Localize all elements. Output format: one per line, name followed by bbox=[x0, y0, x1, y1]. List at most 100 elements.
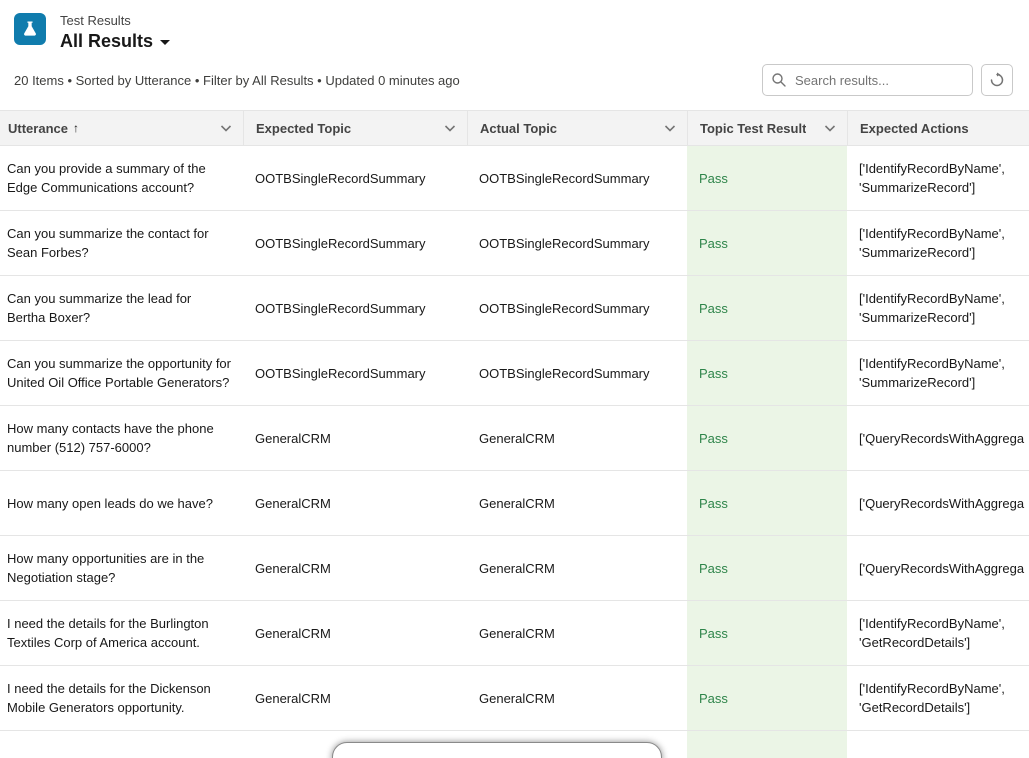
toolbar-actions bbox=[762, 64, 1013, 96]
result-value: Pass bbox=[699, 559, 728, 578]
column-menu-chevron-icon[interactable] bbox=[217, 119, 235, 137]
column-menu-chevron-icon[interactable] bbox=[661, 119, 679, 137]
cell-utterance: I need the details for the lead Phyllis bbox=[0, 731, 243, 758]
refresh-button[interactable] bbox=[981, 64, 1013, 96]
table-row: Can you provide a summary of the Edge Co… bbox=[0, 146, 1029, 211]
column-label: Utterance bbox=[8, 121, 68, 136]
cell-actual-topic: GeneralCRM bbox=[467, 406, 687, 470]
sort-ascending-icon: ↑ bbox=[73, 121, 79, 135]
cell-expected-topic: OOTBSingleRecordSummary bbox=[243, 211, 467, 275]
cell-expected-topic: OOTBSingleRecordSummary bbox=[243, 146, 467, 210]
cell-topic-test-result: Pass bbox=[687, 471, 847, 535]
result-value: Pass bbox=[699, 429, 728, 448]
result-value: Pass bbox=[699, 494, 728, 513]
cell-topic-test-result: Pass bbox=[687, 146, 847, 210]
docked-utility-bar[interactable] bbox=[332, 742, 662, 758]
table-row: How many contacts have the phone number … bbox=[0, 406, 1029, 471]
column-header-expected-topic[interactable]: Expected Topic bbox=[243, 111, 467, 145]
cell-actual-topic: GeneralCRM bbox=[467, 471, 687, 535]
cell-utterance: Can you summarize the lead for Bertha Bo… bbox=[0, 276, 243, 340]
result-value: Pass bbox=[699, 364, 728, 383]
column-label: Actual Topic bbox=[480, 121, 557, 136]
column-header-topic-test-result[interactable]: Topic Test Result bbox=[687, 111, 847, 145]
result-value: Pass bbox=[699, 624, 728, 643]
column-menu-chevron-icon[interactable] bbox=[441, 119, 459, 137]
cell-expected-actions: ['IdentifyRecordByName', 'SummarizeRecor… bbox=[847, 211, 1029, 275]
cell-expected-topic: OOTBSingleRecordSummary bbox=[243, 341, 467, 405]
search-box bbox=[762, 64, 973, 96]
cell-expected-topic: GeneralCRM bbox=[243, 536, 467, 600]
table-row: I need the details for the Dickenson Mob… bbox=[0, 666, 1029, 731]
table-row: I need the details for the Burlington Te… bbox=[0, 601, 1029, 666]
cell-topic-test-result: Pass bbox=[687, 211, 847, 275]
cell-expected-topic: GeneralCRM bbox=[243, 601, 467, 665]
cell-expected-topic: GeneralCRM bbox=[243, 471, 467, 535]
cell-actual-topic: GeneralCRM bbox=[467, 536, 687, 600]
page-header: Test Results All Results bbox=[0, 0, 1029, 58]
cell-topic-test-result: Pass bbox=[687, 601, 847, 665]
list-view-selector[interactable]: All Results bbox=[60, 31, 170, 51]
refresh-icon bbox=[989, 72, 1005, 88]
cell-topic-test-result bbox=[687, 731, 847, 758]
page-title: All Results bbox=[60, 31, 153, 51]
cell-topic-test-result: Pass bbox=[687, 406, 847, 470]
cell-actual-topic: OOTBSingleRecordSummary bbox=[467, 211, 687, 275]
search-input[interactable] bbox=[762, 64, 973, 96]
cell-expected-actions: ['QueryRecordsWithAggrega bbox=[847, 406, 1029, 470]
table-row: How many open leads do we have? GeneralC… bbox=[0, 471, 1029, 536]
cell-expected-actions: ['IdentifyRecordByName', 'GetRecordDetai… bbox=[847, 601, 1029, 665]
result-value: Pass bbox=[699, 234, 728, 253]
column-label: Expected Topic bbox=[256, 121, 351, 136]
cell-expected-actions: ['IdentifyRecordByName', 'SummarizeRecor… bbox=[847, 341, 1029, 405]
cell-expected-topic: OOTBSingleRecordSummary bbox=[243, 276, 467, 340]
flask-icon bbox=[14, 13, 46, 45]
cell-actual-topic: OOTBSingleRecordSummary bbox=[467, 341, 687, 405]
result-value: Pass bbox=[699, 689, 728, 708]
result-value: Pass bbox=[699, 169, 728, 188]
results-table: Utterance ↑ Expected Topic Actual Topic bbox=[0, 110, 1029, 758]
cell-topic-test-result: Pass bbox=[687, 276, 847, 340]
result-value: Pass bbox=[699, 299, 728, 318]
cell-utterance: I need the details for the Dickenson Mob… bbox=[0, 666, 243, 730]
cell-topic-test-result: Pass bbox=[687, 666, 847, 730]
cell-expected-actions: ['IdentifyRecordByName', 'GetRecordDetai… bbox=[847, 666, 1029, 730]
column-label: Expected Actions bbox=[860, 121, 969, 136]
cell-utterance: Can you provide a summary of the Edge Co… bbox=[0, 146, 243, 210]
column-header-utterance[interactable]: Utterance ↑ bbox=[0, 111, 243, 145]
cell-actual-topic: GeneralCRM bbox=[467, 601, 687, 665]
table-row: How many opportunities are in the Negoti… bbox=[0, 536, 1029, 601]
column-header-expected-actions[interactable]: Expected Actions bbox=[847, 111, 1029, 145]
cell-expected-actions: ['QueryRecordsWithAggrega bbox=[847, 471, 1029, 535]
cell-actual-topic: GeneralCRM bbox=[467, 666, 687, 730]
column-header-actual-topic[interactable]: Actual Topic bbox=[467, 111, 687, 145]
cell-utterance: How many opportunities are in the Negoti… bbox=[0, 536, 243, 600]
cell-utterance: How many contacts have the phone number … bbox=[0, 406, 243, 470]
column-label: Topic Test Result bbox=[700, 121, 806, 136]
cell-utterance: Can you summarize the contact for Sean F… bbox=[0, 211, 243, 275]
table-row: Can you summarize the opportunity for Un… bbox=[0, 341, 1029, 406]
cell-expected-actions: ['QueryRecordsWithAggrega bbox=[847, 536, 1029, 600]
cell-utterance: How many open leads do we have? bbox=[0, 471, 243, 535]
cell-expected-topic: GeneralCRM bbox=[243, 666, 467, 730]
cell-actual-topic: OOTBSingleRecordSummary bbox=[467, 276, 687, 340]
column-menu-chevron-icon[interactable] bbox=[821, 119, 839, 137]
table-header-row: Utterance ↑ Expected Topic Actual Topic bbox=[0, 110, 1029, 146]
list-toolbar: 20 Items • Sorted by Utterance • Filter … bbox=[0, 58, 1029, 110]
cell-actual-topic: OOTBSingleRecordSummary bbox=[467, 146, 687, 210]
cell-utterance: Can you summarize the opportunity for Un… bbox=[0, 341, 243, 405]
table-row: Can you summarize the contact for Sean F… bbox=[0, 211, 1029, 276]
cell-expected-actions: ['IdentifyRecordByName', 'SummarizeRecor… bbox=[847, 146, 1029, 210]
table-body: Can you provide a summary of the Edge Co… bbox=[0, 146, 1029, 758]
cell-expected-actions: ['IdentifyRecordByName', 'SummarizeRecor… bbox=[847, 276, 1029, 340]
cell-expected-actions: ['IdentifyRecordByName', bbox=[847, 731, 1029, 758]
cell-utterance: I need the details for the Burlington Te… bbox=[0, 601, 243, 665]
cell-topic-test-result: Pass bbox=[687, 341, 847, 405]
title-block: Test Results All Results bbox=[60, 13, 170, 51]
table-row: Can you summarize the lead for Bertha Bo… bbox=[0, 276, 1029, 341]
chevron-down-icon bbox=[160, 40, 170, 45]
entity-label: Test Results bbox=[60, 13, 170, 29]
cell-expected-topic: GeneralCRM bbox=[243, 406, 467, 470]
list-summary: 20 Items • Sorted by Utterance • Filter … bbox=[14, 73, 460, 88]
cell-topic-test-result: Pass bbox=[687, 536, 847, 600]
test-results-page: Test Results All Results 20 Items • Sort… bbox=[0, 0, 1029, 758]
